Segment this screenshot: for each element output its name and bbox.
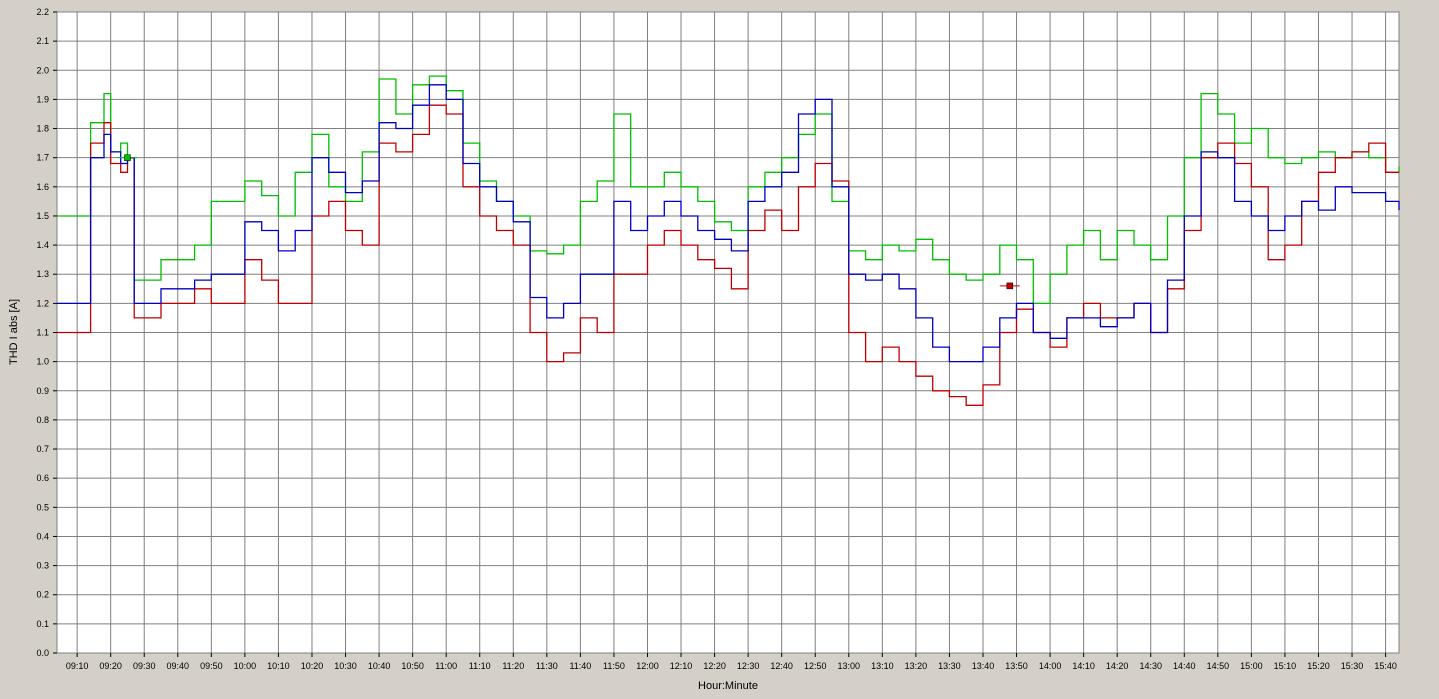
x-tick-label: 14:00 [1039,661,1062,671]
x-tick-label: 11:00 [435,661,457,671]
x-tick-label: 14:50 [1207,661,1230,671]
x-tick-label: 10:50 [401,661,424,671]
x-tick-label: 09:20 [99,661,122,671]
x-tick-label: 13:10 [871,661,894,671]
y-tick-label: 1.2 [36,298,49,308]
cursor-marker [124,154,131,161]
x-tick-label: 14:10 [1072,661,1095,671]
y-tick-label: 0.5 [36,502,49,512]
x-axis-label: Hour:Minute [698,680,758,692]
x-tick-label: 09:40 [167,661,190,671]
y-tick-label: 1.7 [36,153,49,163]
y-tick-label: 0.3 [36,561,49,571]
x-tick-label: 13:40 [972,661,995,671]
x-tick-label: 15:10 [1274,661,1297,671]
y-tick-label: 1.9 [36,94,49,104]
y-tick-label: 1.1 [36,328,49,338]
x-tick-label: 15:40 [1374,661,1397,671]
x-tick-label: 14:20 [1106,661,1129,671]
x-tick-label: 12:20 [703,661,726,671]
x-tick-label: 15:20 [1307,661,1330,671]
x-tick-label: 15:30 [1341,661,1364,671]
y-tick-label: 1.4 [36,240,49,250]
y-axis-label: THD I abs [A] [8,299,20,365]
x-tick-label: 13:50 [1005,661,1028,671]
x-tick-label: 11:40 [569,661,591,671]
cursor-marker [1006,282,1014,290]
x-tick-label: 13:30 [938,661,961,671]
x-tick-label: 11:10 [469,661,491,671]
x-tick-label: 10:20 [301,661,324,671]
y-tick-label: 1.8 [36,124,49,134]
y-tick-label: 1.6 [36,182,49,192]
x-tick-label: 09:30 [133,661,156,671]
x-tick-label: 11:30 [536,661,558,671]
y-tick-label: 2.0 [36,65,49,75]
y-tick-label: 0.8 [36,415,49,425]
x-tick-label: 11:20 [502,661,524,671]
y-tick-label: 0.7 [36,444,49,454]
x-tick-label: 15:00 [1240,661,1263,671]
chart-window: 0.0 0.1 0.2 0.3 0.4 0.5 0.6 0.7 0.8 0.9 1.0 1.1 1.2 1… [0,0,1439,699]
x-tick-label: 12:10 [670,661,693,671]
x-tick-label: 12:00 [636,661,659,671]
x-tick-label: 09:10 [66,661,89,671]
x-tick-label: 12:50 [804,661,827,671]
y-tick-label: 0.2 [36,590,49,600]
x-tick-label: 14:40 [1173,661,1196,671]
y-tick-label: 2.1 [36,36,49,46]
x-tick-label: 13:20 [905,661,928,671]
x-tick-label: 14:30 [1139,661,1162,671]
x-tick-label: 13:00 [838,661,861,671]
x-tick-label: 11:50 [603,661,625,671]
y-tick-label: 0.4 [36,531,49,541]
x-tick-label: 12:30 [737,661,760,671]
x-tick-label: 10:40 [368,661,391,671]
y-tick-label: 2.2 [36,7,49,17]
x-tick-label: 10:00 [234,661,257,671]
x-tick-label: 10:30 [334,661,357,671]
y-tick-label: 1.3 [36,269,49,279]
y-tick-label: 0.6 [36,473,49,483]
thd-chart: 0.0 0.1 0.2 0.3 0.4 0.5 0.6 0.7 0.8 0.9 1.0 1.1 1.2 1… [0,0,1439,699]
x-tick-label: 10:10 [267,661,290,671]
y-tick-label: 1.5 [36,211,49,221]
x-tick-label: 09:50 [200,661,223,671]
y-tick-label: 0.1 [36,619,49,629]
x-tick-label: 12:40 [770,661,793,671]
y-tick-label: 0.0 [36,648,49,658]
y-tick-label: 0.9 [36,386,49,396]
y-tick-label: 1.0 [36,357,49,367]
